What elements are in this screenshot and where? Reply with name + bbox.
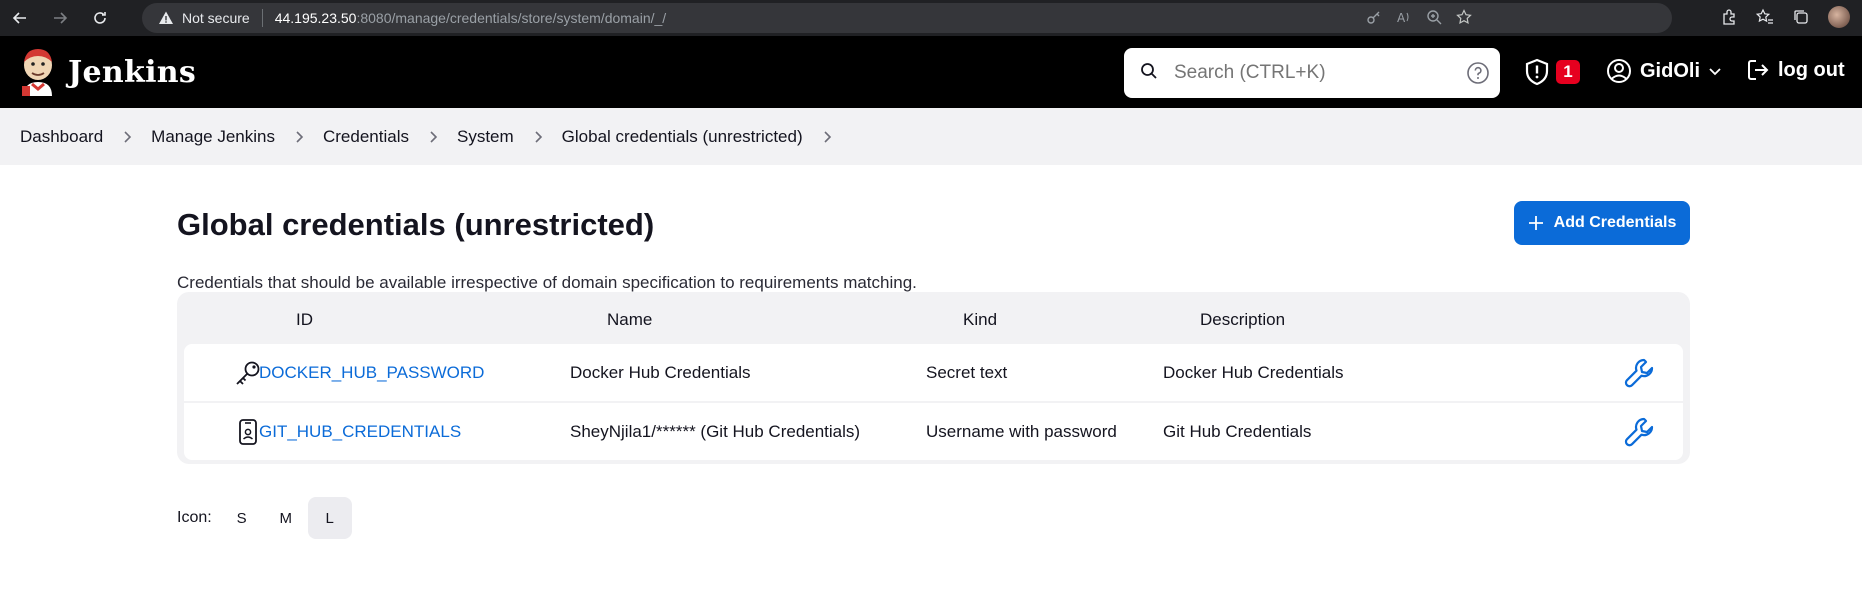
search-box[interactable]	[1124, 48, 1500, 98]
collections-icon[interactable]	[1792, 8, 1810, 26]
credential-kind: Secret text	[926, 363, 1008, 382]
table-row: DOCKER_HUB_PASSWORD Docker Hub Credentia…	[184, 344, 1683, 401]
credential-id-link[interactable]: DOCKER_HUB_PASSWORD	[259, 363, 484, 383]
icon-size-medium[interactable]: M	[264, 497, 308, 539]
table-row: GIT_HUB_CREDENTIALS SheyNjila1/****** (G…	[184, 403, 1683, 460]
zoom-icon[interactable]	[1426, 9, 1442, 25]
url-host: 44.195.23.50	[274, 10, 357, 26]
credential-description: Git Hub Credentials	[1163, 422, 1312, 441]
credential-description: Docker Hub Credentials	[1163, 363, 1344, 382]
breadcrumb-system[interactable]: System	[457, 127, 514, 147]
user-menu[interactable]: GidOli	[1606, 58, 1722, 84]
credential-id-link[interactable]: GIT_HUB_CREDENTIALS	[259, 422, 461, 442]
key-icon	[234, 359, 262, 392]
credentials-table: ID Name Kind Description DOCKER_HUB_PASS…	[177, 292, 1690, 464]
breadcrumb-manage-jenkins[interactable]: Manage Jenkins	[151, 127, 275, 147]
jenkins-butler-icon	[22, 49, 52, 96]
chevron-right-icon[interactable]	[823, 130, 833, 144]
read-aloud-icon[interactable]: A	[1396, 9, 1412, 25]
column-header-description[interactable]: Description	[1200, 310, 1285, 330]
brand-name: Jenkins	[68, 54, 197, 90]
back-icon[interactable]	[8, 6, 32, 30]
plus-icon	[1528, 216, 1543, 230]
icon-size-selector: Icon: S M L	[177, 497, 352, 539]
browser-toolbar: Not secure 44.195.23.50:8080/manage/cred…	[0, 0, 1862, 36]
jenkins-logo-link[interactable]: Jenkins	[18, 48, 196, 96]
search-input[interactable]	[1174, 62, 1444, 84]
wrench-icon[interactable]	[1623, 356, 1657, 395]
chevron-right-icon	[429, 130, 439, 144]
address-bar[interactable]: Not secure 44.195.23.50:8080/manage/cred…	[142, 3, 1672, 33]
wrench-icon[interactable]	[1623, 415, 1657, 454]
security-alerts[interactable]: 1	[1524, 58, 1580, 86]
extensions-icon[interactable]	[1720, 8, 1738, 26]
shield-alert-icon	[1525, 58, 1549, 86]
profile-avatar[interactable]	[1828, 6, 1850, 28]
username: GidOli	[1640, 59, 1700, 82]
divider	[261, 9, 263, 27]
column-header-kind[interactable]: Kind	[963, 310, 997, 330]
url-path: :8080/manage/credentials/store/system/do…	[356, 10, 667, 26]
icon-size-large[interactable]: L	[307, 497, 352, 539]
page-description: Credentials that should be available irr…	[177, 273, 917, 292]
address-actions: A	[1366, 9, 1472, 25]
search-icon	[1140, 62, 1158, 85]
logout-label: log out	[1778, 58, 1845, 81]
warning-icon	[158, 10, 174, 26]
chevron-down-icon	[1709, 68, 1721, 76]
credential-name: Docker Hub Credentials	[570, 363, 751, 382]
icon-size-label: Icon:	[177, 509, 212, 526]
chevron-right-icon	[534, 130, 544, 144]
column-header-name[interactable]: Name	[607, 310, 652, 330]
security-status[interactable]: Not secure	[182, 10, 250, 26]
credential-name: SheyNjila1/****** (Git Hub Credentials)	[570, 422, 861, 441]
browser-toolbar-icons	[1720, 6, 1850, 28]
key-icon[interactable]	[1366, 9, 1382, 25]
forward-icon[interactable]	[48, 6, 72, 30]
column-header-id[interactable]: ID	[296, 310, 313, 330]
favorites-icon[interactable]	[1756, 8, 1774, 26]
icon-size-small[interactable]: S	[220, 497, 264, 539]
breadcrumb-credentials[interactable]: Credentials	[323, 127, 409, 147]
jenkins-header: Jenkins 1 GidOli log out	[0, 36, 1862, 108]
breadcrumb: Dashboard Manage Jenkins Credentials Sys…	[0, 108, 1862, 165]
breadcrumb-global-credentials[interactable]: Global credentials (unrestricted)	[562, 127, 803, 147]
add-credentials-label: Add Credentials	[1553, 214, 1677, 231]
user-icon	[1607, 59, 1631, 83]
main-content: Global credentials (unrestricted) Add Cr…	[0, 165, 1862, 602]
logout-icon	[1748, 60, 1769, 80]
chevron-right-icon	[295, 130, 305, 144]
breadcrumb-dashboard[interactable]: Dashboard	[20, 127, 103, 147]
alert-count-badge: 1	[1556, 60, 1580, 84]
logout-link[interactable]: log out	[1746, 58, 1845, 82]
help-icon[interactable]	[1466, 61, 1490, 90]
add-credentials-button[interactable]: Add Credentials	[1514, 201, 1690, 245]
page-title: Global credentials (unrestricted)	[177, 207, 655, 242]
svg-text:A: A	[1397, 11, 1406, 25]
table-header: ID Name Kind Description	[177, 292, 1690, 343]
id-badge-icon	[234, 418, 262, 451]
favorite-add-icon[interactable]	[1456, 9, 1472, 25]
credential-kind: Username with password	[926, 422, 1117, 441]
reload-icon[interactable]	[88, 6, 112, 30]
chevron-right-icon	[123, 130, 133, 144]
